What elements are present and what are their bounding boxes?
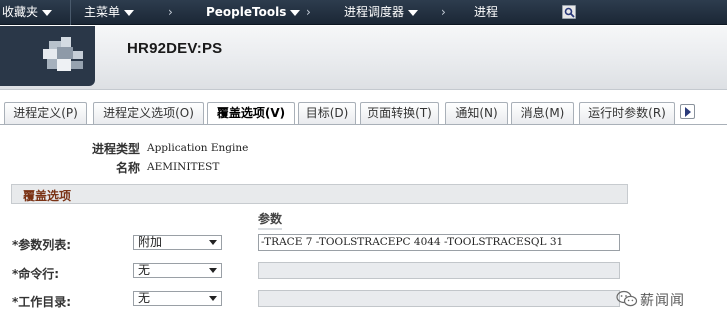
working-dir-input[interactable] bbox=[258, 290, 620, 307]
parameters-column-header: 参数 bbox=[258, 210, 283, 230]
watermark-text: 薪闻闻 bbox=[640, 293, 685, 309]
chevron-down-icon bbox=[209, 268, 217, 273]
search-button[interactable] bbox=[562, 5, 576, 19]
nav-divider bbox=[70, 0, 71, 25]
page-header bbox=[0, 26, 727, 90]
process-scheduler-label: 进程调度器 bbox=[344, 5, 405, 19]
logo bbox=[43, 37, 87, 77]
chevron-down-icon bbox=[209, 240, 217, 245]
param-list-select[interactable]: 附加 bbox=[133, 235, 222, 250]
tab-messages[interactable]: 消息(M) bbox=[511, 102, 574, 124]
wechat-icon bbox=[616, 290, 638, 307]
breadcrumb-separator-icon: › bbox=[306, 5, 311, 19]
working-dir-select[interactable]: 无 bbox=[133, 291, 222, 306]
chevron-down-icon bbox=[42, 9, 53, 16]
tab-underline bbox=[0, 124, 727, 125]
main-menu-label: 主菜单 bbox=[84, 5, 121, 19]
tab-runtime-parameters[interactable]: 运行时参数(R) bbox=[579, 102, 675, 124]
process-name-value: AEMINITEST bbox=[147, 161, 220, 173]
command-line-input[interactable] bbox=[258, 262, 620, 279]
favorites-menu[interactable]: 收藏夹 bbox=[2, 4, 53, 21]
command-line-select[interactable]: 无 bbox=[133, 263, 222, 278]
param-list-input[interactable]: -TRACE 7 -TOOLSTRACEPC 4044 -TOOLSTRACES… bbox=[258, 234, 620, 251]
process-name-label: 名称 bbox=[115, 161, 140, 175]
tab-process-definition-options[interactable]: 进程定义选项(O) bbox=[93, 102, 204, 124]
processes-label: 进程 bbox=[474, 5, 499, 19]
tab-override-options[interactable]: 覆盖选项(V) bbox=[207, 102, 295, 125]
param-list-label: *参数列表: bbox=[12, 238, 72, 252]
breadcrumb-processes[interactable]: 进程 bbox=[474, 4, 498, 21]
tab-scroll-right-button[interactable] bbox=[680, 104, 695, 119]
working-dir-select-value: 无 bbox=[138, 291, 151, 305]
section-header: 覆盖选项 bbox=[11, 184, 628, 204]
tab-destination[interactable]: 目标(D) bbox=[298, 102, 356, 124]
breadcrumb-peopletools[interactable]: PeopleTools bbox=[206, 4, 301, 21]
breadcrumb-separator-icon: › bbox=[441, 5, 446, 19]
chevron-down-icon bbox=[124, 9, 135, 16]
breadcrumb-separator-icon: › bbox=[168, 5, 173, 19]
main-menu[interactable]: 主菜单 bbox=[84, 4, 135, 21]
tab-process-definition[interactable]: 进程定义(P) bbox=[4, 102, 87, 124]
breadcrumb-process-scheduler[interactable]: 进程调度器 bbox=[344, 4, 419, 21]
chevron-down-icon bbox=[408, 9, 419, 16]
param-list-select-value: 附加 bbox=[138, 235, 163, 249]
tab-notification[interactable]: 通知(N) bbox=[445, 102, 508, 124]
section-title: 覆盖选项 bbox=[23, 189, 72, 203]
process-type-label: 进程类型 bbox=[91, 142, 140, 156]
process-type-value: Application Engine bbox=[147, 142, 249, 154]
command-line-select-value: 无 bbox=[138, 263, 151, 277]
working-dir-label: *工作目录: bbox=[12, 295, 72, 309]
command-line-label: *命令行: bbox=[12, 267, 60, 281]
chevron-down-icon bbox=[209, 296, 217, 301]
top-nav-bar: 收藏夹 主菜单 › PeopleTools › 进程调度器 › 进程 bbox=[0, 0, 727, 25]
tab-page-transfer[interactable]: 页面转换(T) bbox=[360, 102, 439, 124]
chevron-down-icon bbox=[290, 9, 301, 16]
favorites-label: 收藏夹 bbox=[2, 5, 39, 19]
peopletools-label: PeopleTools bbox=[206, 5, 287, 19]
server-name: HR92DEV:PS bbox=[127, 40, 223, 57]
search-icon bbox=[564, 7, 575, 18]
page: { "nav": { "favorites": "收藏夹", "main_men… bbox=[0, 0, 727, 331]
